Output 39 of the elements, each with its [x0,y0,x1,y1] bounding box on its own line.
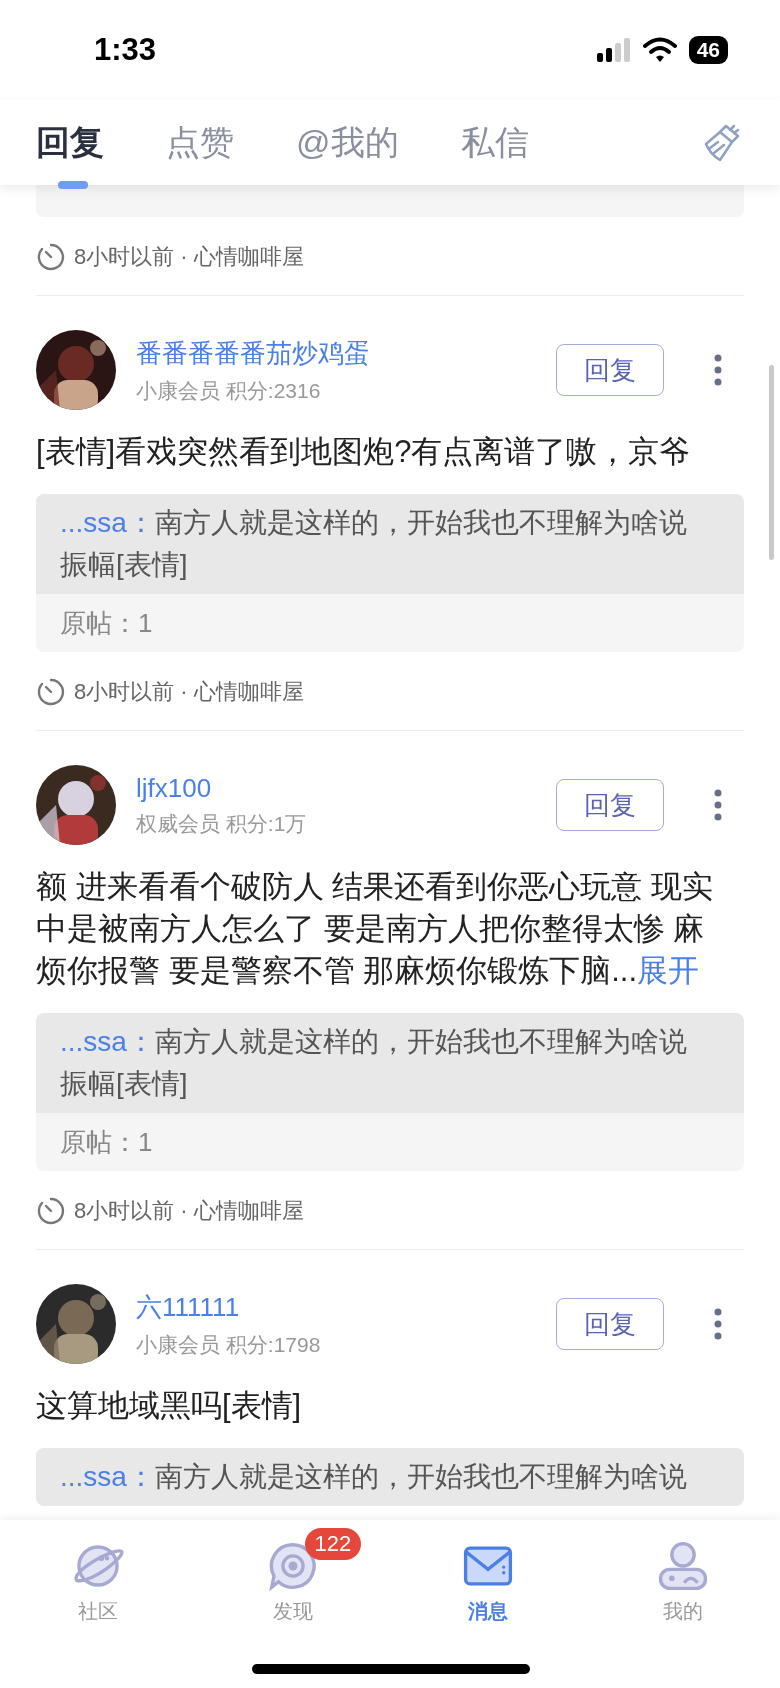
more-icon[interactable] [714,789,722,821]
clock-icon [36,677,66,707]
post-meta: 8小时以前 · 心情咖啡屋 [74,243,304,271]
nav-tab[interactable]: 我的 [648,1520,717,1626]
quoted-comment: ...ssa：南方人就是这样的，开始我也不理解为啥说 [36,1448,744,1506]
clock-icon [36,1196,66,1226]
reply-button[interactable]: 回复 [556,1298,664,1350]
scrollbar[interactable] [769,365,774,560]
member-info: 小康会员 积分:1798 [136,1331,321,1358]
count-badge: 122 [304,1528,362,1560]
member-info: 权威会员 积分:1万 [136,810,307,837]
quoted-comment: ...ssa：南方人就是这样的，开始我也不理解为啥说振幅[表情] [36,1013,744,1113]
original-post: 原帖：1 [36,594,744,652]
username[interactable]: 六111111 [136,1289,321,1325]
signal-icon [596,38,631,62]
expand-link[interactable]: 展开 [637,953,700,988]
post-meta: 8小时以前 · 心情咖啡屋 [74,678,304,706]
original-post: 原帖：1 [36,1113,744,1171]
status-time: 1:33 [94,32,157,68]
clock-icon [36,242,66,272]
reply-text: 额 进来看看个破防人 结果还看到你恶心玩意 现实中是被南方人怎么了 要是南方人把你整得太惨 麻烦你报警 要是警察不管 那麻烦你锻炼下脑...展开 [36,868,714,990]
battery-level: 46 [688,36,728,64]
quoted-comment: ...ssa：南方人就是这样的，开始我也不理解为啥说振幅[表情] [36,494,744,594]
tab[interactable]: 私信 [460,100,529,185]
username[interactable]: 番番番番番茄炒鸡蛋 [136,335,370,371]
reply-button[interactable]: 回复 [556,779,664,831]
more-icon[interactable] [714,1308,722,1340]
tab[interactable]: @我的 [296,100,399,185]
reply-text: [表情]看戏突然看到地图炮?有点离谱了嗷，京爷 [36,433,692,471]
reply-button[interactable]: 回复 [556,344,664,396]
nav-tab[interactable]: 消息 [453,1520,522,1626]
nav-tab[interactable]: 社区 [63,1520,132,1626]
more-icon[interactable] [714,354,722,386]
post-meta: 8小时以前 · 心情咖啡屋 [74,1197,304,1225]
username[interactable]: ljfx100 [136,772,307,804]
member-info: 小康会员 积分:2316 [136,377,322,404]
tab[interactable]: 点赞 [166,100,234,185]
wifi-icon [642,37,677,63]
reply-text: 这算地域黑吗[表情] [36,1387,303,1425]
